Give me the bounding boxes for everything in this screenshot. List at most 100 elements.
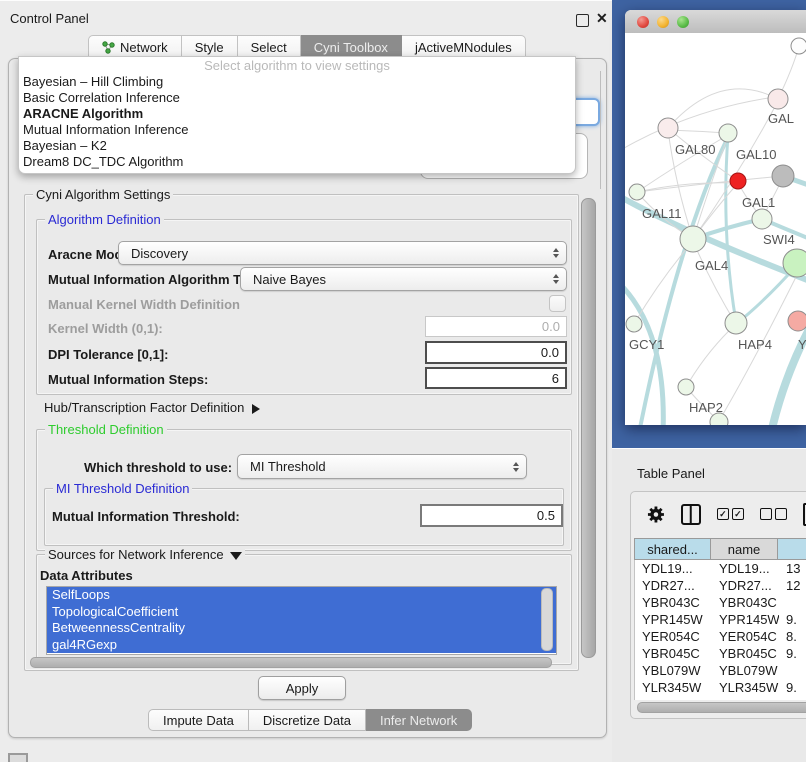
sources-toggle[interactable]: Sources for Network Inference xyxy=(45,547,245,562)
which-threshold-value: MI Threshold xyxy=(250,459,326,474)
tab-discretize-data[interactable]: Discretize Data xyxy=(249,709,366,731)
tab-impute-data[interactable]: Impute Data xyxy=(148,709,249,731)
network-edge[interactable] xyxy=(686,324,736,387)
table-row[interactable]: YIL052CYIL052C9. xyxy=(635,696,806,700)
minimize-traffic-light[interactable] xyxy=(657,16,669,28)
attribute-item[interactable]: SelfLoops xyxy=(47,587,556,604)
table-body: YDL19...YDL19...13YDR27...YDR27...12YBR0… xyxy=(634,560,806,700)
table-cell: YLR345W xyxy=(712,679,779,696)
network-node-label: Y xyxy=(798,337,806,352)
float-window-icon[interactable] xyxy=(576,14,589,27)
network-view-window: GALGAL80GAL10GAL1SWI4GAL11GAL4GCY1HAP4YH… xyxy=(625,10,806,425)
table-cell: YDL19... xyxy=(712,560,779,577)
network-node[interactable] xyxy=(626,316,642,332)
table-cell: YDR27... xyxy=(635,577,712,594)
tab-infer-network[interactable]: Infer Network xyxy=(366,709,472,731)
table-cell: YER054C xyxy=(635,628,712,645)
dpi-tolerance-label: DPI Tolerance [0,1]: xyxy=(48,347,168,362)
network-node[interactable] xyxy=(791,38,806,54)
table-panel-title: Table Panel xyxy=(637,466,705,481)
network-node[interactable] xyxy=(658,118,678,138)
algorithm-definition-title: Algorithm Definition xyxy=(45,212,164,227)
mi-steps-field[interactable]: 6 xyxy=(425,367,567,389)
network-edge[interactable] xyxy=(668,89,778,128)
table-cell: 9. xyxy=(779,645,806,662)
table-row[interactable]: YBR043CYBR043C xyxy=(635,594,806,611)
stepper-icon xyxy=(513,462,519,472)
kernel-width-field[interactable]: 0.0 xyxy=(425,316,567,337)
dropdown-item[interactable]: ARACNE Algorithm xyxy=(19,106,575,122)
table-cell xyxy=(779,662,806,679)
attribute-item[interactable]: TopologicalCoefficient xyxy=(47,604,556,621)
table-row[interactable]: YER054CYER054C8. xyxy=(635,628,806,645)
network-node[interactable] xyxy=(788,311,806,331)
split-columns-icon[interactable] xyxy=(681,504,701,525)
mi-type-combo[interactable]: Naive Bayes xyxy=(240,267,567,291)
table-horizontal-scrollbar[interactable] xyxy=(637,702,806,713)
table-row[interactable]: YDL19...YDL19...13 xyxy=(635,560,806,577)
attribute-item[interactable]: BetweennessCentrality xyxy=(47,620,556,637)
mi-threshold-field[interactable]: 0.5 xyxy=(420,504,563,527)
network-node-label: SWI4 xyxy=(763,232,795,247)
network-node[interactable] xyxy=(752,209,772,229)
network-node[interactable] xyxy=(719,124,737,142)
dropdown-item[interactable]: Bayesian – K2 xyxy=(19,138,575,154)
deselect-all-rows-icon[interactable] xyxy=(760,508,787,520)
table-cell: YPR145W xyxy=(635,611,712,628)
manual-kernel-label: Manual Kernel Width Definition xyxy=(48,297,240,312)
table-row[interactable]: YBL079WYBL079W xyxy=(635,662,806,679)
settings-vertical-scrollbar[interactable] xyxy=(581,198,596,658)
network-node[interactable] xyxy=(768,89,788,109)
table-cell xyxy=(779,594,806,611)
table-header: shared... name xyxy=(634,538,806,560)
column-header-name[interactable]: name xyxy=(711,538,778,560)
table-row[interactable]: YPR145WYPR145W9. xyxy=(635,611,806,628)
dropdown-item[interactable]: Dream8 DC_TDC Algorithm xyxy=(19,154,575,170)
table-cell: YER054C xyxy=(712,628,779,645)
table-row[interactable]: YBR045CYBR045C9. xyxy=(635,645,806,662)
network-node[interactable] xyxy=(783,249,806,277)
network-edge[interactable] xyxy=(637,183,738,192)
aracne-mode-value: Discovery xyxy=(131,246,188,261)
dpi-tolerance-field[interactable]: 0.0 xyxy=(425,341,567,364)
minimized-panel-icon[interactable] xyxy=(8,753,28,762)
column-header-shared-name[interactable]: shared... xyxy=(634,538,711,560)
network-node[interactable] xyxy=(678,379,694,395)
network-canvas[interactable]: GALGAL80GAL10GAL1SWI4GAL11GAL4GCY1HAP4YH… xyxy=(625,33,806,425)
control-panel-title: Control Panel xyxy=(10,11,89,26)
zoom-traffic-light[interactable] xyxy=(677,16,689,28)
table-cell: YPR145W xyxy=(712,611,779,628)
network-node[interactable] xyxy=(772,165,794,187)
network-node-label: GAL10 xyxy=(736,147,776,162)
close-traffic-light[interactable] xyxy=(637,16,649,28)
select-all-rows-icon[interactable]: ✓✓ xyxy=(717,508,744,520)
apply-button[interactable]: Apply xyxy=(258,676,346,700)
network-node[interactable] xyxy=(725,312,747,334)
hub-definition-toggle[interactable]: Hub/Transcription Factor Definition xyxy=(44,400,260,415)
table-cell: 8. xyxy=(779,628,806,645)
table-panel-inner: ✓✓ shared... name YDL19...YDL19...13YDR2… xyxy=(630,491,806,719)
attribute-item[interactable]: gal4RGexp xyxy=(47,637,556,654)
table-row[interactable]: YLR345WYLR345W9. xyxy=(635,679,806,696)
dropdown-item[interactable]: Mutual Information Inference xyxy=(19,122,575,138)
dropdown-item[interactable]: Basic Correlation Inference xyxy=(19,90,575,106)
table-row[interactable]: YDR27...YDR27...12 xyxy=(635,577,806,594)
network-node[interactable] xyxy=(629,184,645,200)
network-node[interactable] xyxy=(730,173,746,189)
gear-icon[interactable] xyxy=(647,505,665,524)
network-node[interactable] xyxy=(680,226,706,252)
aracne-mode-combo[interactable]: Discovery xyxy=(118,241,567,265)
manual-kernel-checkbox[interactable] xyxy=(549,295,566,312)
stepper-icon xyxy=(553,248,559,258)
data-attributes-list[interactable]: SelfLoopsTopologicalCoefficientBetweenne… xyxy=(46,586,557,655)
cyni-algorithm-settings-title: Cyni Algorithm Settings xyxy=(33,187,173,202)
close-icon[interactable]: ✕ xyxy=(596,10,608,27)
kernel-width-label: Kernel Width (0,1): xyxy=(48,321,163,336)
network-window-titlebar[interactable] xyxy=(625,10,806,34)
attributes-list-scrollbar[interactable] xyxy=(541,588,553,651)
settings-horizontal-scrollbar[interactable] xyxy=(30,657,552,668)
column-header-partial[interactable] xyxy=(778,538,806,560)
table-cell: YBL079W xyxy=(635,662,712,679)
dropdown-item[interactable]: Bayesian – Hill Climbing xyxy=(19,74,575,90)
which-threshold-combo[interactable]: MI Threshold xyxy=(237,454,527,479)
